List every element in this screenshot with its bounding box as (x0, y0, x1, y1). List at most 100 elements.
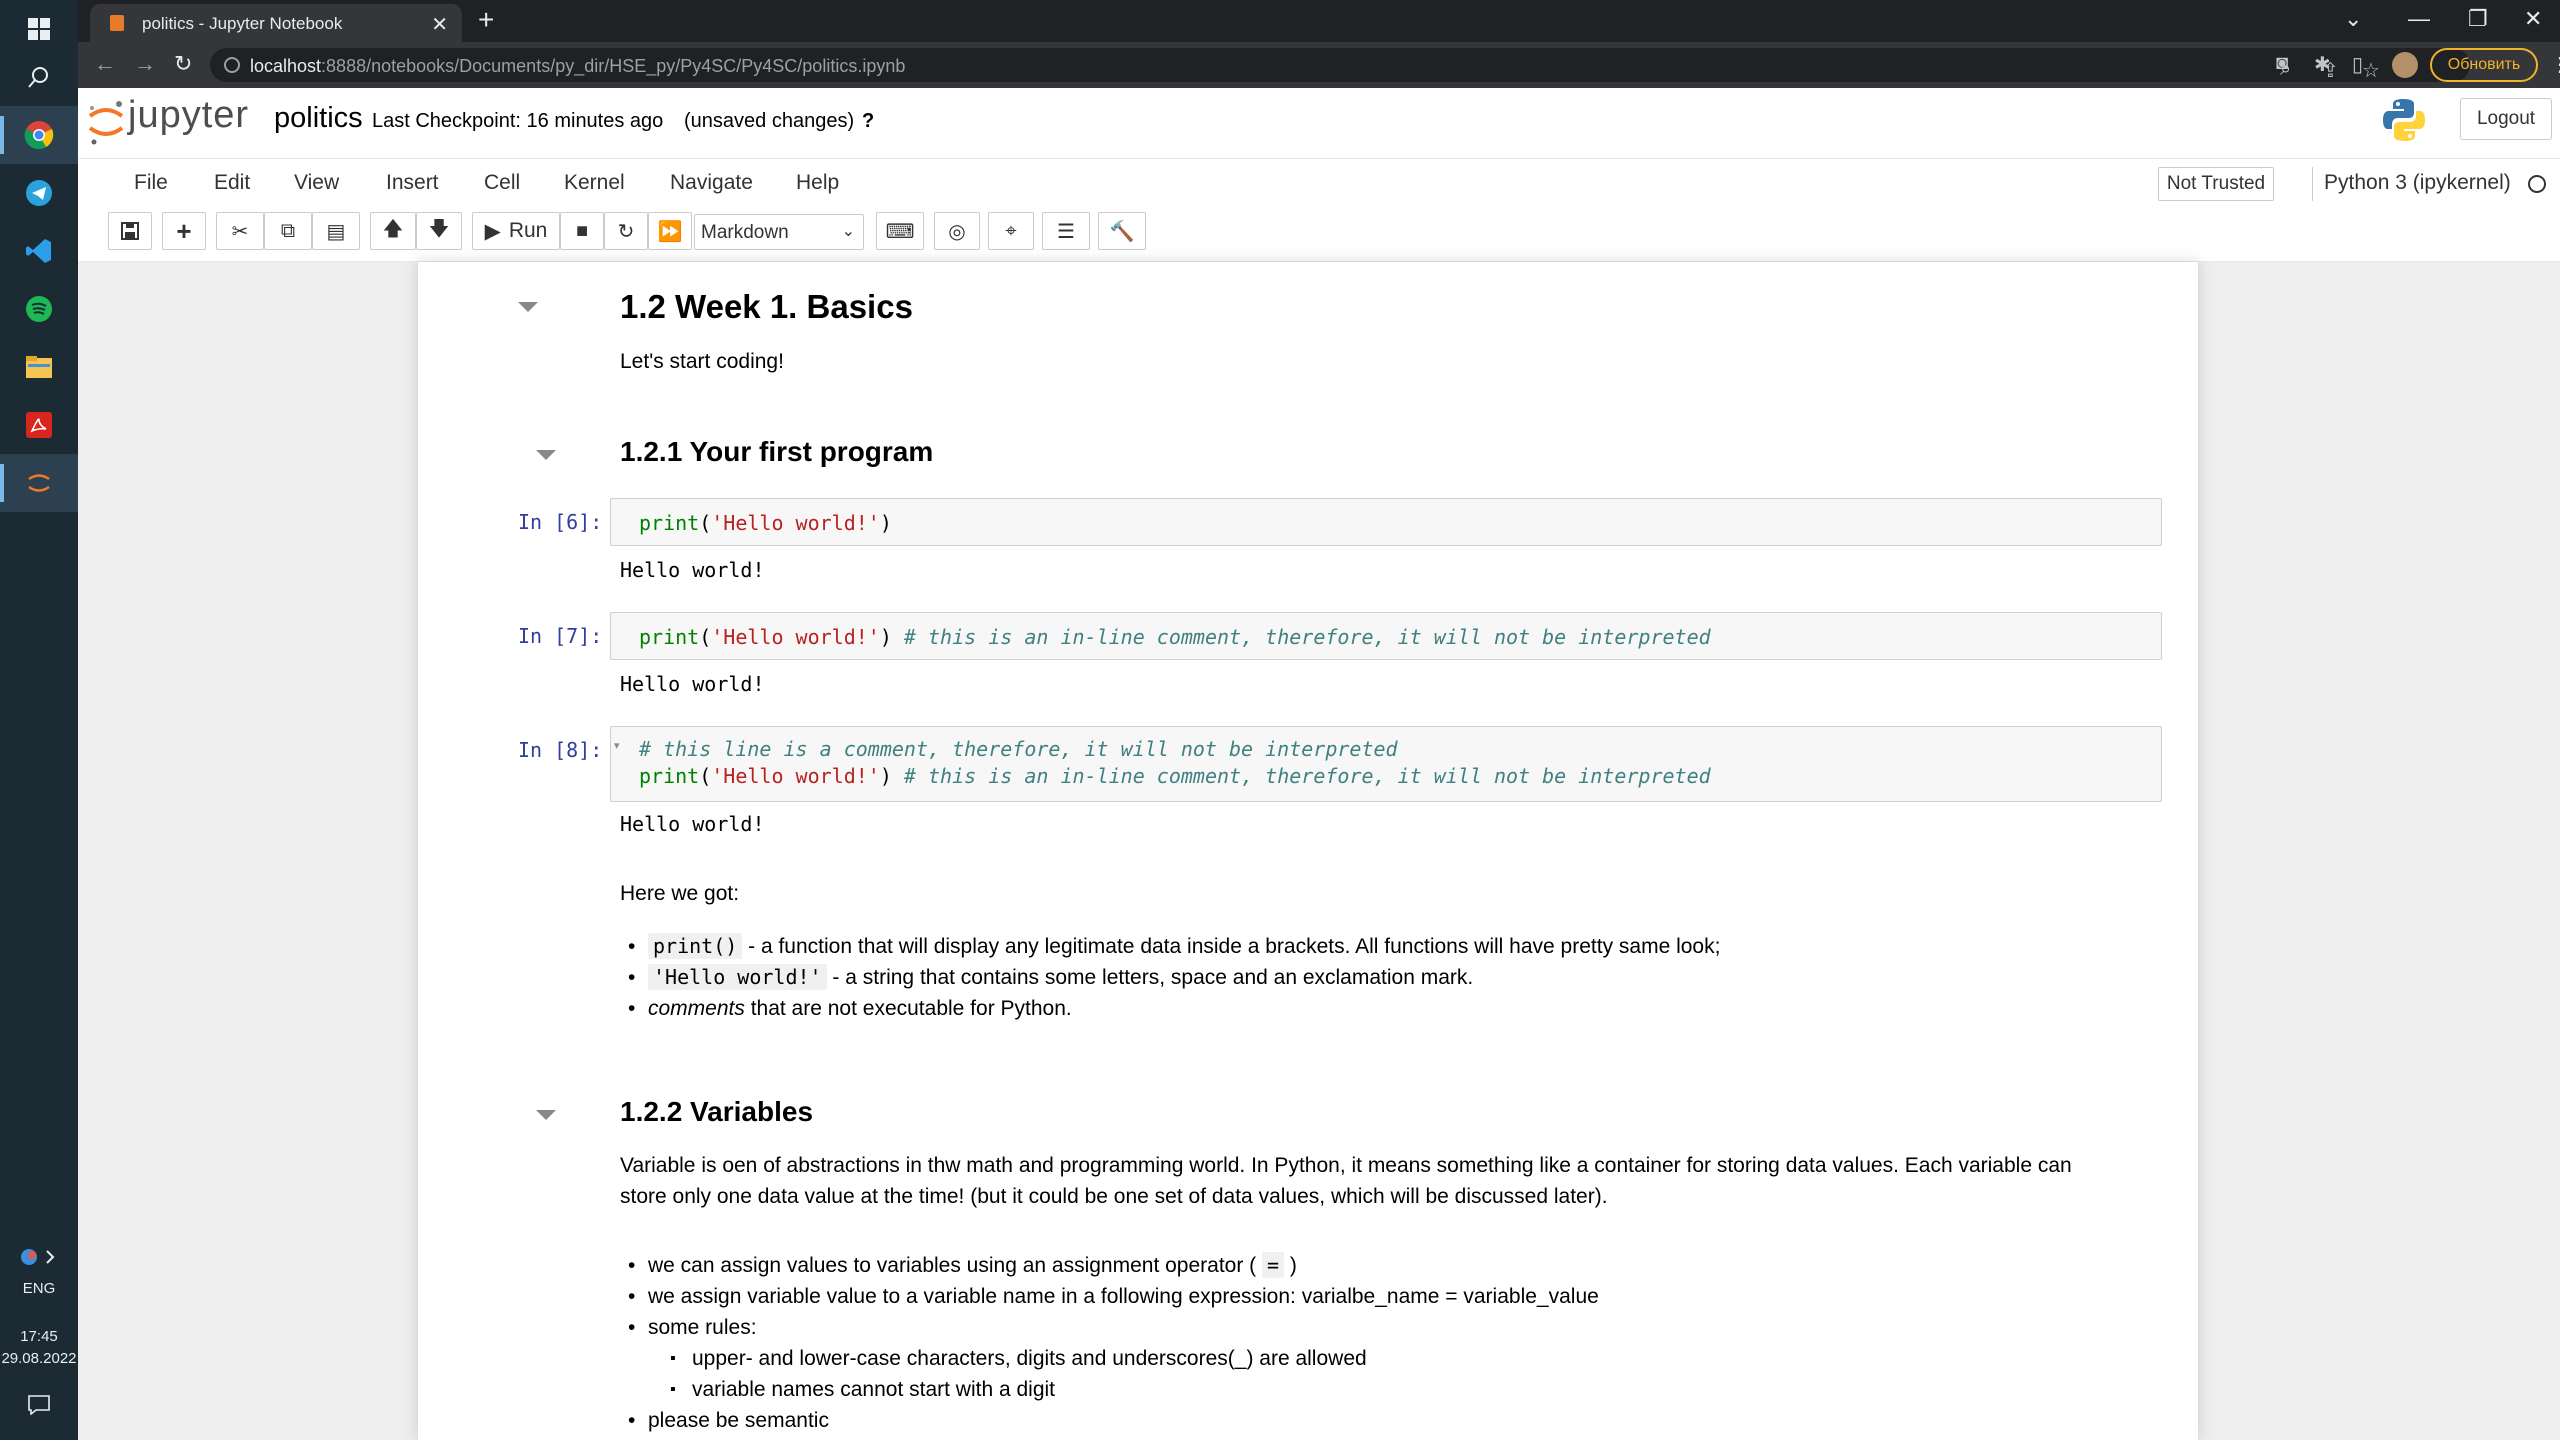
menu-edit[interactable]: Edit (214, 171, 250, 195)
collapse-heading-icon[interactable] (518, 302, 538, 312)
jupyter-header: jupyter politics Last Checkpoint: 16 min… (78, 88, 2560, 158)
menu-help[interactable]: Help (796, 171, 839, 195)
extensions-puzzle-icon[interactable]: ✱ (2314, 52, 2331, 77)
list-item: we assign variable value to a variable n… (620, 1281, 1599, 1312)
cell-output: Hello world! (620, 672, 765, 696)
site-info-icon[interactable] (224, 57, 240, 73)
minimize-icon[interactable]: — (2408, 6, 2430, 32)
acrobat-icon[interactable] (0, 396, 78, 454)
tab-search-icon[interactable]: ⌄ (2344, 6, 2362, 32)
code-line[interactable]: print('Hello world!') # this is an in-li… (639, 625, 1711, 649)
notebook-name[interactable]: politics (274, 102, 363, 135)
tab-title: politics - Jupyter Notebook (142, 14, 343, 33)
github-icon[interactable]: ◎ (934, 212, 980, 250)
browser-tabstrip: politics - Jupyter Notebook ✕ + ⌄ — ❐ ✕ (78, 0, 2560, 42)
menu-cell[interactable]: Cell (484, 171, 520, 195)
reload-icon[interactable]: ↻ (174, 51, 192, 77)
jupyter-menubar: File Edit View Insert Cell Kernel Naviga… (78, 158, 2560, 208)
new-tab-button[interactable]: + (478, 6, 494, 34)
vscode-icon[interactable] (0, 222, 78, 280)
save-icon[interactable] (108, 212, 152, 250)
move-up-icon[interactable]: 🡅 (370, 212, 416, 250)
move-down-icon[interactable]: 🡇 (416, 212, 462, 250)
clock-time[interactable]: 17:45 (0, 1328, 78, 1345)
cell-type-select[interactable]: Markdown ⌄ (694, 214, 864, 250)
collapse-heading-icon[interactable] (536, 450, 556, 460)
browser-menu-icon[interactable]: ⋮ (2550, 52, 2560, 77)
play-icon: ▶ (484, 219, 501, 243)
got-heading: Here we got: (620, 882, 740, 905)
heading-variables: 1.2.2 Variables (620, 1096, 814, 1127)
code-line[interactable]: # this line is a comment, therefore, it … (639, 737, 1398, 761)
address-bar[interactable]: localhost:8888/notebooks/Documents/py_di… (210, 48, 2470, 82)
restart-icon[interactable]: ↻ (604, 212, 648, 250)
run-button[interactable]: ▶ Run (472, 212, 560, 250)
browser-tab[interactable]: politics - Jupyter Notebook ✕ (90, 4, 462, 42)
code-line[interactable]: print('Hello world!') # this is an in-li… (639, 764, 1711, 788)
variables-paragraph-line: Variable is oen of abstractions in thw m… (620, 1154, 2072, 1177)
checkpoint-help[interactable]: ? (862, 110, 874, 133)
list-item: upper- and lower-case characters, digits… (620, 1343, 1599, 1374)
paste-icon[interactable]: ▤ (312, 212, 360, 250)
extension-icon[interactable]: ◙ (2276, 52, 2288, 75)
search-icon[interactable] (0, 48, 78, 106)
gavel-icon[interactable]: 🔨 (1098, 212, 1146, 250)
trust-status-button[interactable]: Not Trusted (2158, 167, 2274, 201)
menu-insert[interactable]: Insert (386, 171, 439, 195)
url-text[interactable]: localhost:8888/notebooks/Documents/py_di… (250, 56, 905, 77)
restore-icon[interactable]: ❐ (2468, 6, 2488, 32)
close-tab-icon[interactable]: ✕ (431, 12, 448, 37)
list-item: comments that are not executable for Pyt… (620, 993, 1720, 1024)
list-item: variable names cannot start with a digit (620, 1374, 1599, 1405)
jupyter-taskbar-icon[interactable] (0, 454, 78, 512)
chrome-icon[interactable] (0, 106, 78, 164)
interrupt-icon[interactable]: ■ (560, 212, 604, 250)
spotify-icon[interactable] (0, 280, 78, 338)
cut-icon[interactable]: ✂ (216, 212, 264, 250)
fold-gutter-icon[interactable]: ▾ (614, 739, 620, 752)
list-item: we can assign values to variables using … (620, 1250, 1599, 1281)
clock-date[interactable]: 29.08.2022 (0, 1350, 78, 1367)
cell-type-value: Markdown (701, 222, 789, 243)
code-cell-6[interactable]: print('Hello world!') (610, 498, 2162, 546)
file-explorer-icon[interactable] (0, 338, 78, 396)
back-icon[interactable]: ← (94, 51, 116, 77)
jupyter-brand[interactable]: jupyter (128, 94, 249, 137)
copy-icon[interactable]: ⧉ (264, 212, 312, 250)
profile-avatar[interactable] (2392, 52, 2418, 78)
jupyter-logo-icon[interactable] (86, 98, 126, 146)
run-label: Run (508, 219, 548, 242)
kernel-separator (2312, 167, 2313, 201)
telegram-icon[interactable] (0, 164, 78, 222)
side-panel-icon[interactable]: ▯ (2352, 52, 2363, 77)
code-cell-8[interactable]: ▾ # this line is a comment, therefore, i… (610, 726, 2162, 802)
list-item: print() - a function that will display a… (620, 931, 1720, 962)
menu-view[interactable]: View (294, 171, 339, 195)
bookmark-star-icon[interactable]: ☆ (2362, 58, 2380, 83)
language-indicator[interactable]: ENG (0, 1280, 78, 1297)
notifications-icon[interactable] (0, 1376, 78, 1434)
forward-icon[interactable]: → (134, 51, 156, 77)
insert-cell-icon[interactable]: + (162, 212, 206, 250)
intro-text: Let's start coding! (620, 350, 784, 373)
menu-kernel[interactable]: Kernel (564, 171, 625, 195)
crosshair-icon[interactable]: ⌖ (988, 212, 1034, 250)
list-item: some rules: (620, 1312, 1599, 1343)
menu-file[interactable]: File (134, 171, 168, 195)
logout-button[interactable]: Logout (2460, 98, 2552, 140)
restart-run-all-icon[interactable]: ⏩ (648, 212, 692, 250)
toc-list-icon[interactable]: ☰ (1042, 212, 1090, 250)
close-window-icon[interactable]: ✕ (2524, 6, 2542, 32)
input-prompt: In [7]: (518, 624, 603, 648)
heading-week-1: 1.2 Week 1. Basics (620, 288, 913, 325)
input-prompt: In [6]: (518, 510, 603, 534)
update-browser-button[interactable]: Обновить (2430, 48, 2538, 82)
keyboard-icon[interactable]: ⌨ (876, 212, 924, 250)
kernel-name[interactable]: Python 3 (ipykernel) (2324, 171, 2511, 195)
code-cell-7[interactable]: print('Hello world!') # this is an in-li… (610, 612, 2162, 660)
collapse-heading-icon[interactable] (536, 1110, 556, 1120)
autosave-status: (unsaved changes) (684, 110, 855, 132)
code-line[interactable]: print('Hello world!') (639, 511, 892, 535)
tray-weather-icon[interactable] (0, 1228, 78, 1286)
menu-navigate[interactable]: Navigate (670, 171, 753, 195)
